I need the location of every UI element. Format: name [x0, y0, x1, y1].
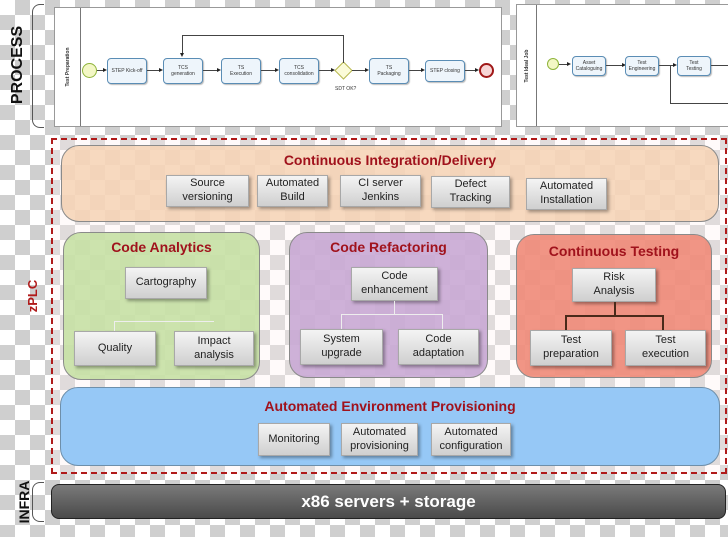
analytics-cartography[interactable]: Cartography — [125, 267, 207, 299]
group-title: Code Refactoring — [330, 239, 447, 255]
analytics-quality[interactable]: Quality — [74, 331, 156, 366]
group-title: Continuous Testing — [548, 243, 680, 259]
process-bracket — [32, 4, 44, 128]
lane-label: Test Ideal Job — [523, 49, 530, 82]
process-diagram-main: Test Preparation STEP Kick-off TCS gener… — [54, 7, 502, 127]
lane-label: Test Preparation — [64, 47, 71, 87]
refactoring-code-adaptation[interactable]: Code adaptation — [398, 329, 479, 365]
testing-test-preparation[interactable]: Test preparation — [530, 330, 612, 366]
group-env-provisioning: Automated Environment Provisioning Monit… — [60, 387, 720, 466]
group-ci-cd: Continuous Integration/Delivery Source v… — [61, 145, 719, 222]
task-test-testing[interactable]: Test Testing — [677, 56, 711, 76]
start-event — [82, 63, 97, 78]
task-tcs-generation[interactable]: TCS generation — [163, 58, 203, 84]
task-step-closing[interactable]: STEP closing — [425, 60, 465, 82]
group-title: Automated Environment Provisioning — [264, 398, 516, 414]
group-continuous-testing: Continuous Testing Risk Analysis Test pr… — [516, 234, 712, 378]
task-ts-execution[interactable]: TS Execution — [221, 58, 261, 84]
refactoring-system-upgrade[interactable]: System upgrade — [300, 329, 383, 365]
gateway-label: SDT OK? — [335, 86, 357, 92]
zplc-label: zPLC — [25, 279, 40, 313]
ci-ci-server-jenkins[interactable]: CI server Jenkins — [340, 175, 421, 207]
ci-source-versioning[interactable]: Source versioning — [166, 175, 249, 207]
infra-bracket — [32, 482, 44, 522]
start-event — [547, 58, 559, 70]
task-step-kickoff[interactable]: STEP Kick-off — [107, 58, 147, 84]
infra-label: INFRA — [16, 480, 32, 524]
task-test-engineering[interactable]: Test Engineering — [625, 56, 659, 76]
process-diagram-secondary: Test Ideal Job Asset Cataloguing Test En… — [516, 4, 728, 127]
end-event — [479, 63, 494, 78]
swimlane: Test Preparation — [55, 8, 81, 126]
gateway-sdt-ok — [334, 61, 353, 80]
testing-risk-analysis[interactable]: Risk Analysis — [572, 268, 656, 302]
group-title: Continuous Integration/Delivery — [283, 152, 497, 168]
ci-automated-installation[interactable]: Automated Installation — [526, 178, 607, 210]
ci-defect-tracking[interactable]: Defect Tracking — [431, 176, 510, 208]
testing-test-execution[interactable]: Test execution — [625, 330, 706, 366]
analytics-impact-analysis[interactable]: Impact analysis — [174, 331, 254, 366]
infra-label-text: x86 servers + storage — [301, 491, 476, 511]
group-code-analytics: Code Analytics Cartography Quality Impac… — [63, 232, 260, 380]
group-title: Code Analytics — [111, 239, 212, 255]
group-code-refactoring: Code Refactoring Code enhancement System… — [289, 232, 488, 378]
task-tcs-consolidation[interactable]: TCS consolidation — [279, 58, 319, 84]
ci-automated-build[interactable]: Automated Build — [257, 175, 328, 207]
provisioning-automated-provisioning[interactable]: Automated provisioning — [341, 423, 418, 456]
process-label: PROCESS — [9, 25, 26, 105]
task-ts-packaging[interactable]: TS Packaging — [369, 58, 409, 84]
provisioning-automated-configuration[interactable]: Automated configuration — [431, 423, 511, 456]
swimlane: Test Ideal Job — [517, 5, 537, 126]
refactoring-code-enhancement[interactable]: Code enhancement — [351, 267, 438, 301]
infra-bar: x86 servers + storage — [51, 484, 726, 519]
provisioning-monitoring[interactable]: Monitoring — [258, 423, 330, 456]
task-asset-cataloguing[interactable]: Asset Cataloguing — [572, 56, 606, 76]
